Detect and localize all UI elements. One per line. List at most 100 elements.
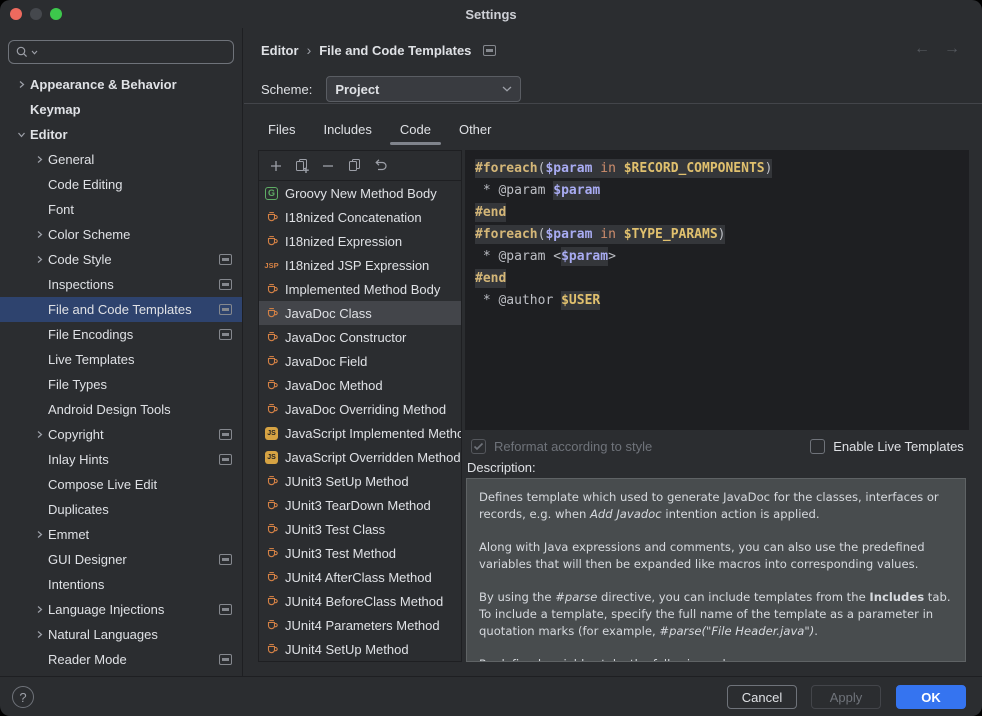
- sidebar-item-reader-mode[interactable]: Reader Mode: [0, 647, 242, 672]
- chevron-right-icon[interactable]: [30, 605, 48, 614]
- sidebar-item-code-style[interactable]: Code Style: [0, 247, 242, 272]
- template-item-junit4-parameters-method[interactable]: JUnit4 Parameters Method: [259, 613, 461, 637]
- java-file-icon: [263, 618, 280, 633]
- sidebar-item-label: GUI Designer: [48, 552, 127, 567]
- code-line: * @param $param: [475, 180, 959, 202]
- settings-indicator-icon: [219, 554, 232, 565]
- code-line: #foreach($param in $TYPE_PARAMS): [475, 224, 959, 246]
- java-file-icon: [263, 594, 280, 609]
- add-button[interactable]: [263, 154, 289, 178]
- tab-code[interactable]: Code: [386, 114, 445, 145]
- sidebar-item-general[interactable]: General: [0, 147, 242, 172]
- chevron-down-icon[interactable]: [12, 130, 30, 139]
- chevron-right-icon[interactable]: [30, 430, 48, 439]
- sidebar-item-editor[interactable]: Editor: [0, 122, 242, 147]
- template-item-junit3-setup-method[interactable]: JUnit3 SetUp Method: [259, 469, 461, 493]
- template-toolbar: [259, 151, 461, 181]
- chevron-right-icon[interactable]: [30, 530, 48, 539]
- breadcrumb-editor[interactable]: Editor: [261, 43, 299, 58]
- description-paragraph: Along with Java expressions and comments…: [479, 539, 953, 574]
- sidebar-item-label: Emmet: [48, 527, 89, 542]
- template-item-implemented-method-body[interactable]: Implemented Method Body: [259, 277, 461, 301]
- template-item-i18nized-concatenation[interactable]: I18nized Concatenation: [259, 205, 461, 229]
- template-item-junit3-test-method[interactable]: JUnit3 Test Method: [259, 541, 461, 565]
- template-item-i18nized-expression[interactable]: I18nized Expression: [259, 229, 461, 253]
- back-arrow-icon[interactable]: ←: [914, 40, 930, 58]
- chevron-right-icon[interactable]: [30, 155, 48, 164]
- template-item-junit4-afterclass-method[interactable]: JUnit4 AfterClass Method: [259, 565, 461, 589]
- description-paragraph: Predefined variables take the following …: [479, 656, 953, 662]
- sidebar-item-keymap[interactable]: Keymap: [0, 97, 242, 122]
- sidebar-item-appearance-behavior[interactable]: Appearance & Behavior: [0, 72, 242, 97]
- description-panel: Defines template which used to generate …: [466, 478, 966, 662]
- template-item-groovy-new-method-body[interactable]: GGroovy New Method Body: [259, 181, 461, 205]
- chevron-right-icon[interactable]: [12, 80, 30, 89]
- sidebar-item-font[interactable]: Font: [0, 197, 242, 222]
- apply-button[interactable]: Apply: [811, 685, 881, 709]
- reformat-checkbox[interactable]: Reformat according to style: [471, 439, 652, 454]
- copy-button[interactable]: [341, 154, 367, 178]
- template-item-javascript-implemented-method[interactable]: JSJavaScript Implemented Method: [259, 421, 461, 445]
- java-file-icon: [263, 234, 280, 249]
- forward-arrow-icon[interactable]: →: [944, 40, 960, 58]
- sidebar-item-emmet[interactable]: Emmet: [0, 522, 242, 547]
- sidebar-item-intentions[interactable]: Intentions: [0, 572, 242, 597]
- sidebar-item-inlay-hints[interactable]: Inlay Hints: [0, 447, 242, 472]
- java-file-icon: [263, 402, 280, 417]
- sidebar-item-language-injections[interactable]: Language Injections: [0, 597, 242, 622]
- template-item-label: JavaDoc Overriding Method: [285, 402, 446, 417]
- sidebar-item-duplicates[interactable]: Duplicates: [0, 497, 242, 522]
- ok-button[interactable]: OK: [896, 685, 966, 709]
- chevron-right-icon[interactable]: [30, 630, 48, 639]
- sidebar-item-inspections[interactable]: Inspections: [0, 272, 242, 297]
- template-item-javadoc-class[interactable]: JavaDoc Class: [259, 301, 461, 325]
- tab-includes[interactable]: Includes: [309, 114, 385, 145]
- tab-files[interactable]: Files: [254, 114, 309, 145]
- tab-label: Includes: [323, 122, 371, 137]
- sidebar-item-color-scheme[interactable]: Color Scheme: [0, 222, 242, 247]
- settings-indicator-icon: [219, 279, 232, 290]
- search-input[interactable]: [8, 40, 234, 64]
- cancel-button[interactable]: Cancel: [727, 685, 797, 709]
- template-item-javadoc-overriding-method[interactable]: JavaDoc Overriding Method: [259, 397, 461, 421]
- create-child-button[interactable]: [289, 154, 315, 178]
- template-item-javadoc-field[interactable]: JavaDoc Field: [259, 349, 461, 373]
- template-item-javascript-overridden-method[interactable]: JSJavaScript Overridden Method: [259, 445, 461, 469]
- settings-indicator-icon: [219, 604, 232, 615]
- enable-live-templates-checkbox[interactable]: Enable Live Templates: [810, 439, 964, 454]
- chevron-right-icon[interactable]: [30, 230, 48, 239]
- sidebar-item-copyright[interactable]: Copyright: [0, 422, 242, 447]
- sidebar-item-gui-designer[interactable]: GUI Designer: [0, 547, 242, 572]
- template-item-javadoc-constructor[interactable]: JavaDoc Constructor: [259, 325, 461, 349]
- sidebar-item-code-editing[interactable]: Code Editing: [0, 172, 242, 197]
- template-item-junit4-beforeclass-method[interactable]: JUnit4 BeforeClass Method: [259, 589, 461, 613]
- chevron-right-icon: ›: [307, 42, 312, 58]
- template-item-i18nized-jsp-expression[interactable]: JSPI18nized JSP Expression: [259, 253, 461, 277]
- description-paragraph: By using the #parse directive, you can i…: [479, 589, 953, 641]
- sidebar-item-label: Code Editing: [48, 177, 122, 192]
- java-file-icon: [263, 642, 280, 657]
- sidebar-item-natural-languages[interactable]: Natural Languages: [0, 622, 242, 647]
- template-code-editor[interactable]: #foreach($param in $RECORD_COMPONENTS) *…: [465, 150, 969, 430]
- template-item-junit3-test-class[interactable]: JUnit3 Test Class: [259, 517, 461, 541]
- reformat-label: Reformat according to style: [494, 439, 652, 454]
- scheme-select[interactable]: Project: [326, 76, 521, 102]
- template-item-junit4-setup-method[interactable]: JUnit4 SetUp Method: [259, 637, 461, 661]
- sidebar-item-compose-live-edit[interactable]: Compose Live Edit: [0, 472, 242, 497]
- sidebar-item-live-templates[interactable]: Live Templates: [0, 347, 242, 372]
- code-line: * @param <$param>: [475, 246, 959, 268]
- template-item-javadoc-method[interactable]: JavaDoc Method: [259, 373, 461, 397]
- sidebar-item-android-design-tools[interactable]: Android Design Tools: [0, 397, 242, 422]
- tab-other[interactable]: Other: [445, 114, 506, 145]
- template-item-junit3-teardown-method[interactable]: JUnit3 TearDown Method: [259, 493, 461, 517]
- java-file-icon: [263, 570, 280, 585]
- remove-button[interactable]: [315, 154, 341, 178]
- sidebar-item-file-encodings[interactable]: File Encodings: [0, 322, 242, 347]
- help-button[interactable]: ?: [12, 686, 34, 708]
- reset-button[interactable]: [367, 154, 393, 178]
- search-filter-chevron-icon[interactable]: [31, 50, 38, 55]
- chevron-right-icon[interactable]: [30, 255, 48, 264]
- sidebar-item-file-types[interactable]: File Types: [0, 372, 242, 397]
- sidebar-item-file-and-code-templates[interactable]: File and Code Templates: [0, 297, 242, 322]
- reset-icon: [373, 158, 388, 173]
